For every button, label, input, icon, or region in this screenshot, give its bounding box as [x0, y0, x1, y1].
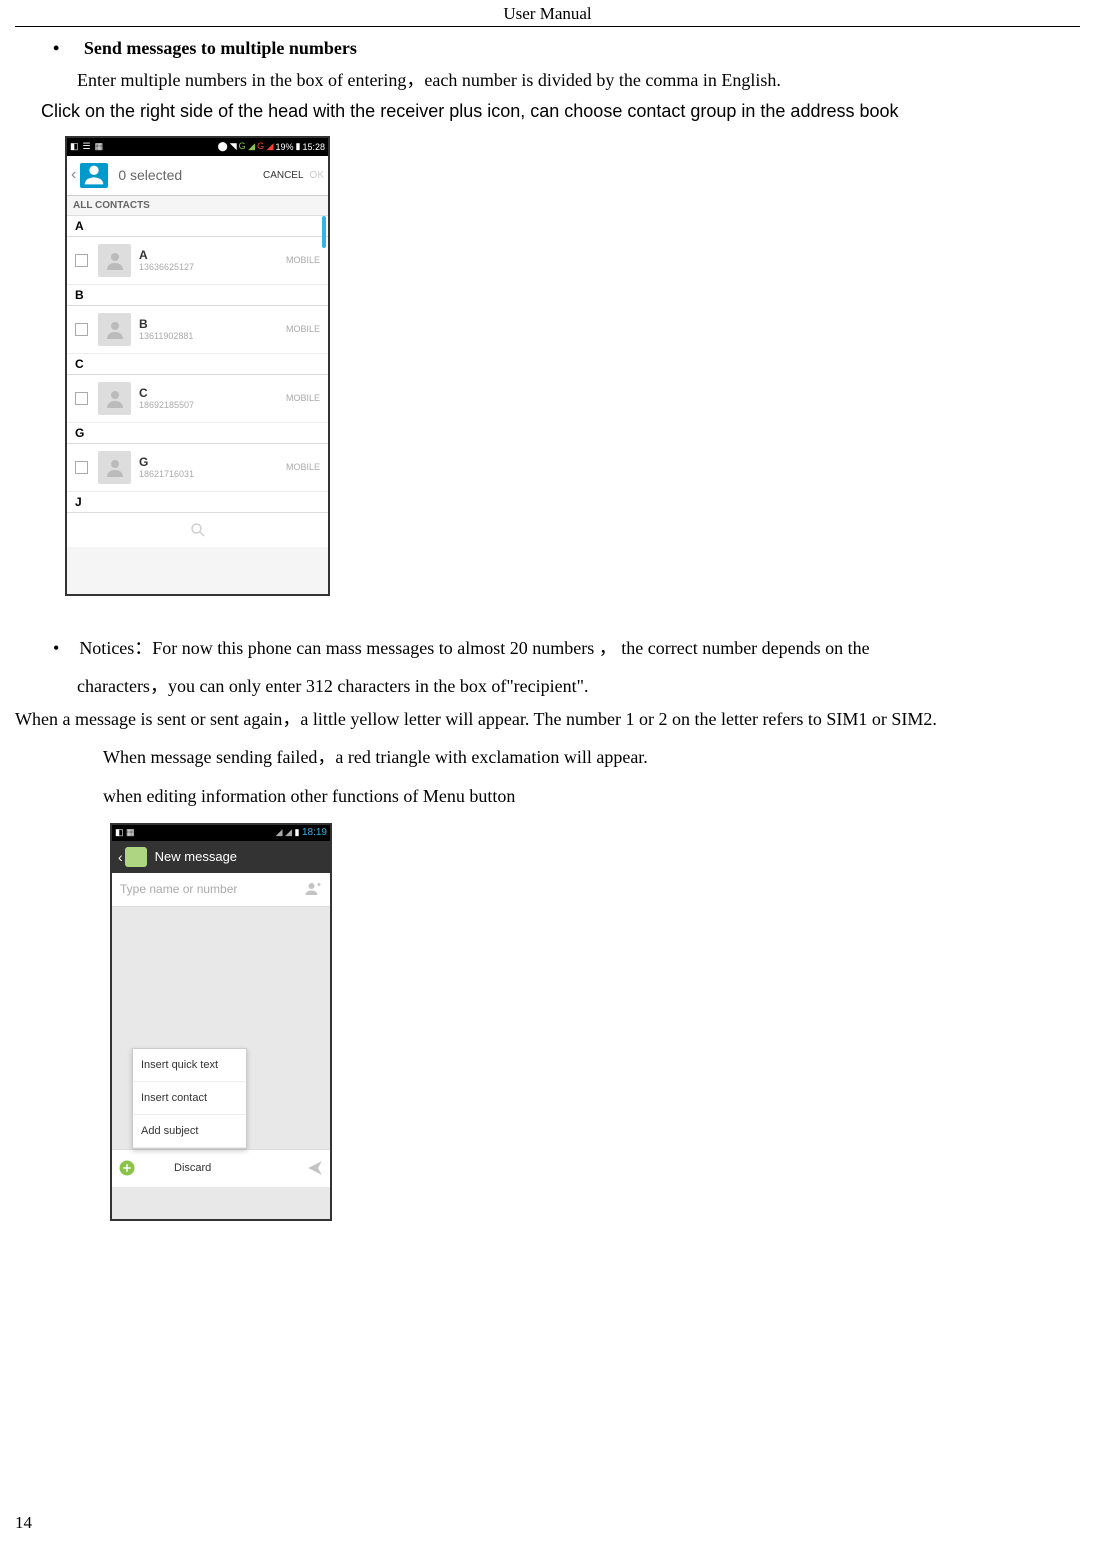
contact-name: B	[139, 317, 286, 331]
section-header: B	[67, 285, 328, 306]
section-header: G	[67, 423, 328, 444]
contact-type: MOBILE	[286, 462, 320, 472]
avatar	[98, 382, 131, 415]
compose-bar: Discard	[112, 1149, 330, 1187]
section-header: J	[67, 492, 328, 513]
recipient-input-bar[interactable]: Type name or number	[112, 873, 330, 907]
wifi-icon: ⬤	[218, 141, 228, 152]
status-left: ◧ ☰ ▦	[70, 141, 103, 152]
contact-row[interactable]: C 18692185507 MOBILE	[67, 375, 328, 423]
contact-info: A 13636625127	[139, 248, 286, 272]
status-bar: ◧ ☰ ▦ ⬤ ◥ G ◢ G ◢ 19% ▮ 15:28	[67, 138, 328, 156]
paragraph-2: Click on the right side of the head with…	[41, 97, 1080, 126]
contact-row[interactable]: B 13611902881 MOBILE	[67, 306, 328, 354]
contact-row[interactable]: G 18621716031 MOBILE	[67, 444, 328, 492]
page-header: User Manual	[0, 0, 1095, 26]
menu-item-discard[interactable]: Discard	[144, 1162, 306, 1174]
time-label: 18:19	[302, 827, 327, 838]
bullet-heading: Send messages to multiple numbers	[53, 35, 1080, 62]
checkbox[interactable]	[75, 392, 88, 405]
status-right: ⬤ ◥ G ◢ G ◢ 19% ▮ 15:28	[218, 141, 325, 152]
notif-icon: ☰	[83, 141, 91, 152]
message-icon	[125, 847, 147, 867]
avatar	[98, 244, 131, 277]
context-menu: Insert quick text Insert contact Add sub…	[132, 1048, 247, 1149]
message-body: Insert quick text Insert contact Add sub…	[112, 907, 330, 1149]
contact-name: G	[139, 455, 286, 469]
search-bar[interactable]	[67, 513, 328, 547]
contacts-icon	[80, 163, 108, 188]
recipient-placeholder: Type name or number	[120, 882, 304, 896]
back-icon[interactable]: ‹	[118, 849, 123, 865]
status-left: ◧ ▦	[115, 827, 135, 838]
all-contacts-tab: ALL CONTACTS	[67, 196, 328, 216]
paragraph-3: When a message is sent or sent again，a l…	[15, 706, 1080, 733]
notif-icon: ◧ ▦	[115, 827, 135, 837]
contact-number: 18692185507	[139, 400, 286, 410]
cancel-button[interactable]: CANCEL	[263, 170, 304, 181]
notif-icon: ◧	[70, 141, 79, 152]
checkbox[interactable]	[75, 254, 88, 267]
screenshot-new-message: ◧ ▦ ◢ ◢ ▮ 18:19 ‹ New message Type name …	[110, 823, 332, 1221]
menu-item-add-subject[interactable]: Add subject	[133, 1115, 246, 1148]
contact-type: MOBILE	[286, 324, 320, 334]
contact-type: MOBILE	[286, 393, 320, 403]
notif-icon: ▦	[95, 141, 104, 152]
selection-toolbar: ‹ 0 selected CANCEL OK	[67, 156, 328, 196]
bullet-dot: •	[53, 638, 59, 658]
contact-row[interactable]: A 13636625127 MOBILE	[67, 237, 328, 285]
status-bar: ◧ ▦ ◢ ◢ ▮ 18:19	[112, 825, 330, 841]
message-header: ‹ New message	[112, 841, 330, 873]
battery-icon: ▮	[296, 141, 301, 152]
section-header: C	[67, 354, 328, 375]
checkbox[interactable]	[75, 461, 88, 474]
search-icon	[189, 521, 207, 539]
contact-number: 18621716031	[139, 469, 286, 479]
menu-item-insert-quick-text[interactable]: Insert quick text	[133, 1049, 246, 1082]
notices-continuation: characters，you can only enter 312 charac…	[77, 670, 1080, 702]
time-label: 15:28	[302, 142, 325, 152]
contact-number: 13611902881	[139, 331, 286, 341]
status-right: ◢ ◢ ▮ 18:19	[276, 827, 327, 838]
bullet-text: Send messages to multiple numbers	[84, 38, 357, 58]
avatar	[98, 313, 131, 346]
selected-count: 0 selected	[118, 167, 263, 183]
notices-label: Notices：	[79, 638, 152, 658]
contact-number: 13636625127	[139, 262, 286, 272]
contact-info: C 18692185507	[139, 386, 286, 410]
contact-name: C	[139, 386, 286, 400]
contact-name: A	[139, 248, 286, 262]
paragraph-5: when editing information other functions…	[103, 782, 1080, 811]
header-title: New message	[155, 849, 237, 864]
battery-icon: ▮	[295, 827, 300, 837]
section-header: A	[67, 216, 328, 237]
send-icon[interactable]	[306, 1159, 324, 1177]
ok-button[interactable]: OK	[310, 170, 324, 181]
page-number: 14	[15, 1513, 32, 1533]
signal-icon: ◢ ◢	[276, 827, 292, 837]
menu-item-insert-contact[interactable]: Insert contact	[133, 1082, 246, 1115]
battery-percent: 19%	[276, 142, 294, 152]
contact-info: G 18621716031	[139, 455, 286, 479]
avatar	[98, 451, 131, 484]
signal-icon: G ◢	[257, 141, 273, 152]
wifi-icon: ◥	[230, 141, 237, 152]
screenshot-contacts: ◧ ☰ ▦ ⬤ ◥ G ◢ G ◢ 19% ▮ 15:28 ‹ 0 select…	[65, 136, 330, 596]
attach-icon[interactable]	[118, 1159, 136, 1177]
signal-icon: G ◢	[239, 141, 255, 152]
contact-type: MOBILE	[286, 255, 320, 265]
paragraph-1: Enter multiple numbers in the box of ent…	[77, 66, 1080, 95]
notices-text: For now this phone can mass messages to …	[152, 638, 869, 658]
main-content: Send messages to multiple numbers Enter …	[0, 27, 1095, 1221]
contact-info: B 13611902881	[139, 317, 286, 341]
checkbox[interactable]	[75, 323, 88, 336]
back-icon[interactable]: ‹	[71, 166, 76, 184]
paragraph-4: When message sending failed，a red triang…	[103, 743, 1080, 772]
scroll-indicator	[322, 216, 326, 248]
add-contact-icon[interactable]	[304, 880, 322, 898]
notices-bullet: • Notices：For now this phone can mass mes…	[53, 632, 1080, 664]
